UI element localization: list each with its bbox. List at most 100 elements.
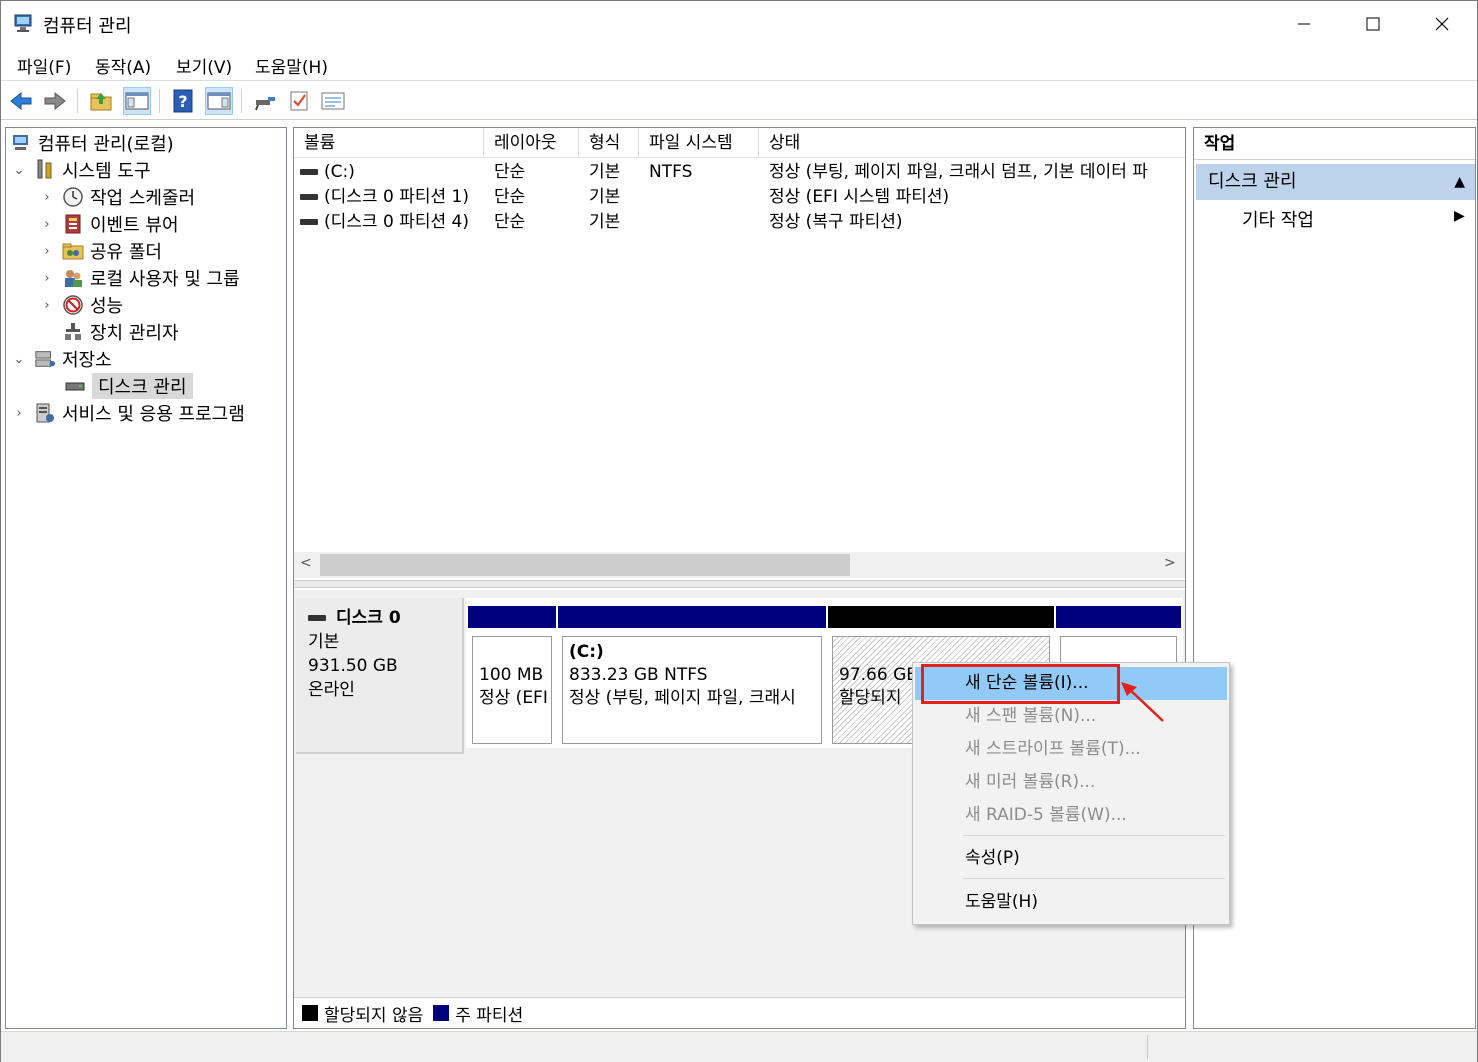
- menu-help[interactable]: 도움말(H): [255, 53, 328, 78]
- partition-size: 100 MB: [479, 665, 544, 685]
- partition-status: 정상 (EFI: [479, 688, 548, 708]
- volume-row[interactable]: (디스크 0 파티션 1) 단순 기본 정상 (EFI 시스템 파티션): [294, 185, 1185, 210]
- partition-name: [479, 641, 545, 664]
- tree-item-system-tools[interactable]: ⌄ 시스템 도구: [12, 157, 151, 183]
- tree-label: 저장소: [62, 350, 112, 371]
- tree-item-services-applications[interactable]: › 서비스 및 응용 프로그램: [12, 400, 245, 426]
- chevron-right-icon[interactable]: ›: [40, 190, 54, 205]
- event-viewer-icon: [62, 213, 84, 235]
- forward-button[interactable]: [41, 87, 69, 115]
- unallocated-swatch: [302, 1005, 318, 1021]
- tree-item-device-manager[interactable]: 장치 관리자: [62, 319, 179, 345]
- volume-layout: 단순: [494, 212, 526, 232]
- volume-name: (디스크 0 파티션 1): [324, 187, 469, 207]
- actions-section-disk-management[interactable]: 디스크 관리 ▲: [1196, 164, 1475, 200]
- menu-file[interactable]: 파일(F): [17, 53, 71, 78]
- column-header-volume[interactable]: 볼륨: [294, 128, 484, 158]
- more-actions[interactable]: 기타 작업: [1242, 206, 1314, 232]
- tree-item-event-viewer[interactable]: › 이벤트 뷰어: [40, 211, 179, 237]
- primary-partition-bar: [1056, 606, 1181, 628]
- volume-list-header: 볼륨 레이아웃 형식 파일 시스템 상태: [294, 128, 1185, 158]
- tree-label: 성능: [90, 296, 124, 317]
- column-header-type[interactable]: 형식: [579, 128, 639, 158]
- column-header-file-system[interactable]: 파일 시스템: [639, 128, 759, 158]
- chevron-right-icon[interactable]: ›: [40, 244, 54, 259]
- volume-status: 정상 (EFI 시스템 파티션): [769, 187, 950, 207]
- menu-view[interactable]: 보기(V): [176, 53, 232, 78]
- collapse-up-icon[interactable]: ▲: [1454, 164, 1465, 200]
- minimize-button[interactable]: [1269, 1, 1339, 47]
- console-tree: 컴퓨터 관리(로컬) ⌄ 시스템 도구 › 작업 스케줄러 › 이벤트 뷰어 ›: [5, 127, 287, 1029]
- tree-label: 디스크 관리: [92, 373, 193, 399]
- column-header-status[interactable]: 상태: [759, 128, 1185, 158]
- menu-properties[interactable]: 속성(P): [915, 842, 1227, 875]
- scrollbar-thumb[interactable]: [320, 554, 850, 576]
- primary-partition-swatch: [433, 1005, 450, 1021]
- volume-row[interactable]: (디스크 0 파티션 4) 단순 기본 정상 (복구 파티션): [294, 210, 1185, 235]
- unallocated-bar: [828, 606, 1054, 628]
- tree-item-disk-management[interactable]: 디스크 관리: [64, 373, 193, 399]
- tree-label: 로컬 사용자 및 그룹: [90, 269, 240, 290]
- show-hide-action-pane-button[interactable]: [205, 87, 233, 115]
- tree-item-performance[interactable]: › 성능: [40, 292, 123, 318]
- toolbar: ?: [1, 82, 1477, 120]
- folder-up-icon: [90, 93, 112, 111]
- actions-pane: 작업 디스크 관리 ▲ 기타 작업 ▶: [1193, 127, 1476, 1029]
- checklist-icon: [290, 91, 308, 111]
- partition-efi[interactable]: 100 MB 정상 (EFI: [468, 606, 556, 748]
- tree-item-local-users-groups[interactable]: › 로컬 사용자 및 그룹: [40, 265, 240, 291]
- window-title: 컴퓨터 관리: [43, 16, 132, 37]
- chevron-right-icon[interactable]: ›: [40, 271, 54, 286]
- chevron-down-icon[interactable]: ⌄: [12, 163, 26, 178]
- chevron-right-icon[interactable]: ›: [40, 298, 54, 313]
- volume-type: 기본: [589, 187, 621, 207]
- maximize-icon: [1366, 17, 1380, 31]
- menu-new-striped-volume[interactable]: 새 스트라이프 볼륨(T)...: [915, 733, 1227, 766]
- annotation-arrow-icon: [1121, 682, 1164, 722]
- help-button[interactable]: ?: [169, 87, 197, 115]
- submenu-arrow-icon[interactable]: ▶: [1454, 208, 1465, 224]
- shared-folder-icon: [62, 240, 84, 262]
- tree-label: 컴퓨터 관리(로컬): [38, 134, 174, 155]
- volume-row[interactable]: (C:) 단순 기본 NTFS 정상 (부팅, 페이지 파일, 크래시 덤프, …: [294, 160, 1185, 185]
- device-manager-icon: [62, 321, 84, 343]
- connect-icon: [255, 97, 275, 111]
- column-header-layout[interactable]: 레이아웃: [484, 128, 579, 158]
- properties-button[interactable]: [319, 87, 347, 115]
- scroll-right-arrow-icon[interactable]: >: [1164, 555, 1176, 571]
- menu-action[interactable]: 동작(A): [95, 53, 151, 78]
- tree-item-computer-management[interactable]: 컴퓨터 관리(로컬): [10, 130, 174, 156]
- actions-section-label: 디스크 관리: [1208, 171, 1297, 192]
- partition-name: (C:): [569, 642, 604, 662]
- chevron-down-icon[interactable]: ⌄: [12, 352, 26, 367]
- tree-item-task-scheduler[interactable]: › 작업 스케줄러: [40, 184, 195, 210]
- menu-new-spanned-volume[interactable]: 새 스팬 볼륨(N)...: [915, 700, 1227, 733]
- menu-new-raid5-volume[interactable]: 새 RAID-5 볼륨(W)...: [915, 799, 1227, 832]
- show-hide-console-tree-button[interactable]: [123, 87, 151, 115]
- volume-fs: [649, 185, 759, 210]
- partition-c[interactable]: (C:) 833.23 GB NTFS 정상 (부팅, 페이지 파일, 크래시: [558, 606, 826, 748]
- connect-button[interactable]: [251, 87, 279, 115]
- chevron-right-icon[interactable]: ›: [40, 217, 54, 232]
- menu-new-mirrored-volume[interactable]: 새 미러 볼륨(R)...: [915, 766, 1227, 799]
- pane-splitter[interactable]: [294, 580, 1185, 588]
- partition-box: 100 MB 정상 (EFI: [472, 636, 552, 744]
- annotation-highlight-box: [921, 664, 1120, 704]
- tree-item-shared-folders[interactable]: › 공유 폴더: [40, 238, 162, 264]
- up-one-level-button[interactable]: [87, 87, 115, 115]
- checklist-button[interactable]: [285, 87, 313, 115]
- scroll-left-arrow-icon[interactable]: <: [300, 555, 312, 571]
- toolbar-separator: [159, 89, 160, 113]
- partition-box: (C:) 833.23 GB NTFS 정상 (부팅, 페이지 파일, 크래시: [562, 636, 822, 744]
- tree-item-storage[interactable]: ⌄ 저장소: [12, 346, 112, 372]
- chevron-right-icon[interactable]: ›: [12, 406, 26, 421]
- maximize-button[interactable]: [1338, 1, 1408, 47]
- close-button[interactable]: [1407, 1, 1477, 47]
- volume-status: 정상 (부팅, 페이지 파일, 크래시 덤프, 기본 데이터 파: [769, 162, 1148, 182]
- primary-partition-bar: [468, 606, 556, 628]
- back-button[interactable]: [7, 87, 35, 115]
- menu-help-item[interactable]: 도움말(H): [915, 886, 1227, 919]
- title-bar: 컴퓨터 관리: [1, 1, 1477, 47]
- disk-info-panel[interactable]: 디스크 0 기본 931.50 GB 온라인: [296, 598, 464, 754]
- horizontal-scrollbar[interactable]: < >: [294, 552, 1185, 578]
